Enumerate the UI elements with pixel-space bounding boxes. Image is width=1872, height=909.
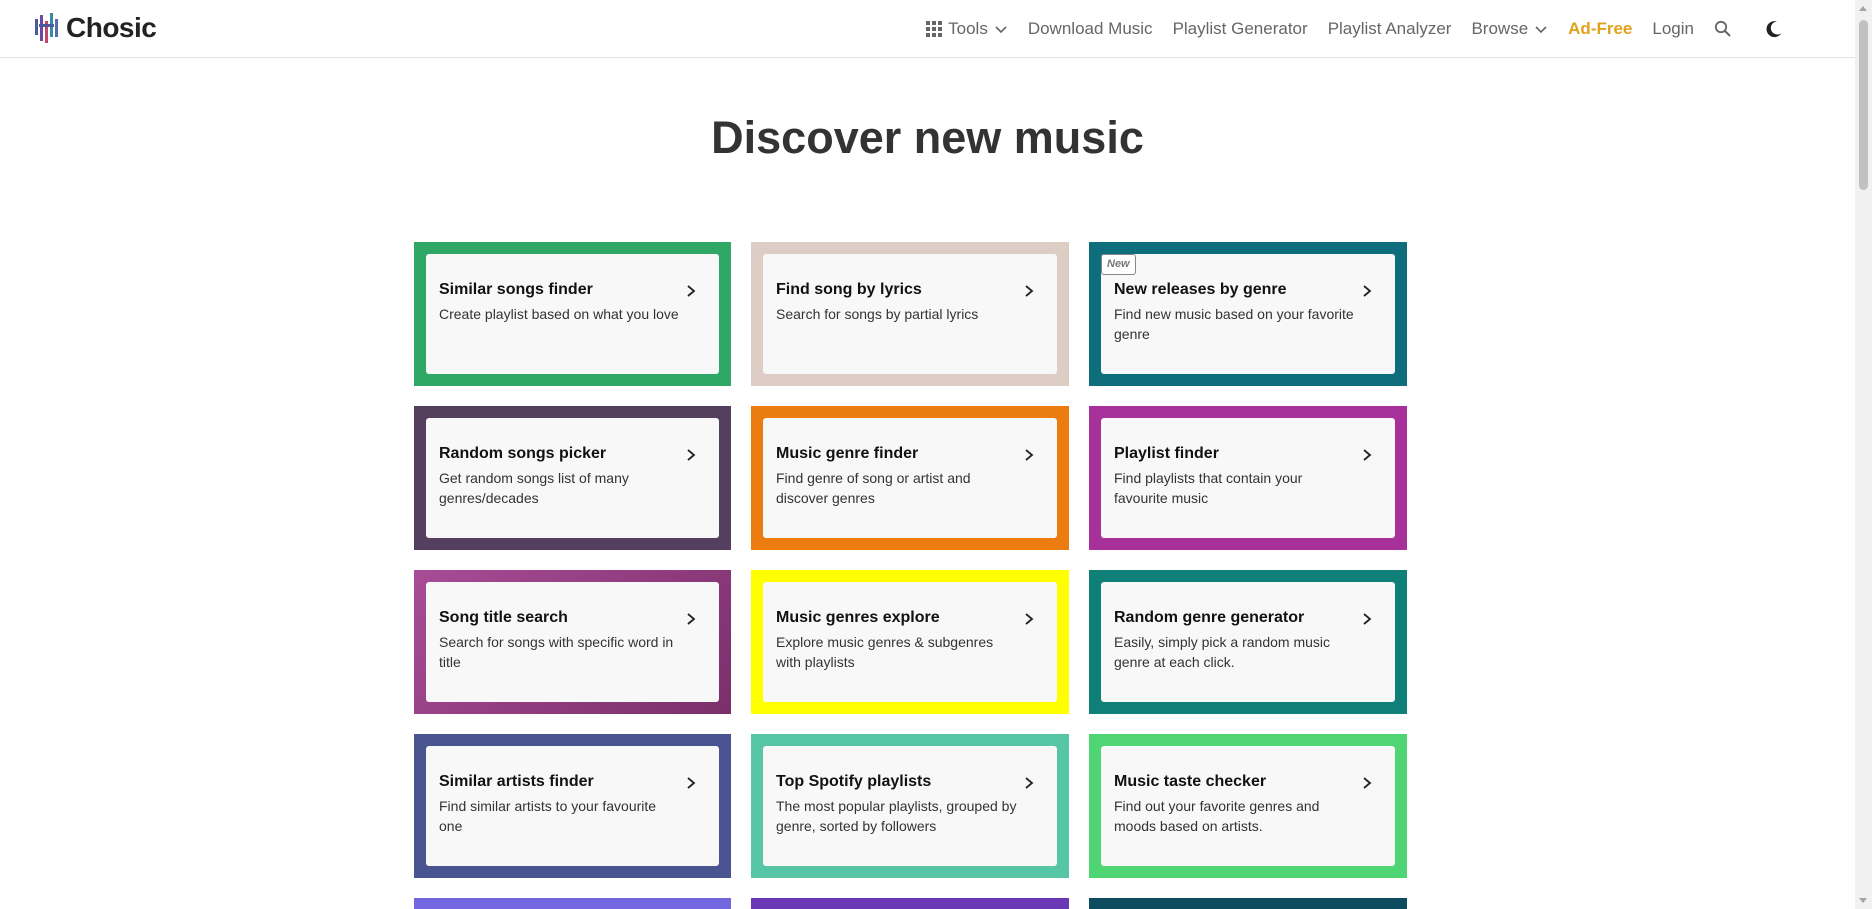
chevron-right-icon (1363, 449, 1372, 461)
grid-icon (926, 20, 943, 37)
site-header: Chosic Tools Download Music Playlist Gen… (0, 0, 1855, 58)
logo-link[interactable]: Chosic (34, 10, 157, 46)
nav-playlist-generator[interactable]: Playlist Generator (1173, 19, 1308, 39)
nav-login-label: Login (1652, 18, 1694, 38)
page-scrollbar[interactable] (1855, 0, 1872, 909)
chevron-right-icon (1363, 285, 1372, 297)
nav-ad-free[interactable]: Ad-Free (1568, 19, 1632, 39)
tool-card[interactable]: Music taste checker Find out your favori… (1089, 734, 1407, 878)
chevron-right-icon (1025, 449, 1034, 461)
tool-card-title: Playlist finder (1114, 445, 1219, 462)
tool-card-description: Find playlists that contain your favouri… (1114, 470, 1303, 506)
chevron-right-icon (1025, 285, 1034, 297)
tool-card[interactable]: Top Spotify playlists The most popular p… (751, 734, 1069, 878)
tool-card-inner: Music taste checker Find out your favori… (1101, 746, 1395, 866)
tool-card-title: Similar artists finder (439, 773, 594, 790)
tool-card-description: Easily, simply pick a random music genre… (1114, 634, 1331, 670)
tool-card-inner: Find song by lyrics Search for songs by … (763, 254, 1057, 374)
tool-card-inner: Similar songs finder Create playlist bas… (426, 254, 719, 374)
tool-card-title: Find song by lyrics (776, 281, 922, 298)
chevron-right-icon (1025, 777, 1034, 789)
tools-grid: Similar songs finder Create playlist bas… (414, 242, 1407, 878)
search-icon (1714, 20, 1731, 37)
tool-card-partial[interactable] (1089, 898, 1407, 909)
nav-playlist-analyzer[interactable]: Playlist Analyzer (1328, 19, 1452, 39)
chevron-right-icon (687, 449, 696, 461)
chevron-right-icon (687, 777, 696, 789)
nav-download-music-label: Download Music (1027, 18, 1153, 38)
tool-card-description: Find similar artists to your favourite o… (439, 798, 657, 834)
nav-playlist-analyzer-label: Playlist Analyzer (1327, 18, 1452, 38)
tool-card-inner: New New releases by genre Find new music… (1101, 254, 1395, 374)
tool-card-title: Song title search (439, 609, 568, 626)
tool-card-description: Find out your favorite genres and moods … (1114, 798, 1320, 834)
nav-browse-label: Browse (1471, 18, 1529, 38)
tool-card-inner: Top Spotify playlists The most popular p… (763, 746, 1057, 866)
tool-card-title: Top Spotify playlists (776, 773, 932, 790)
tool-card[interactable]: Similar artists finder Find similar arti… (414, 734, 731, 878)
tool-card-title: Music taste checker (1114, 773, 1267, 790)
tool-card[interactable]: Random genre generator Easily, simply pi… (1089, 570, 1407, 714)
tool-card-description: Create playlist based on what you love (439, 306, 679, 322)
tool-card[interactable]: Music genres explore Explore music genre… (751, 570, 1069, 714)
search-button[interactable] (1714, 20, 1731, 37)
tool-card[interactable]: Find song by lyrics Search for songs by … (751, 242, 1069, 386)
nav-login[interactable]: Login (1652, 19, 1694, 39)
main-nav: Tools Download Music Playlist Generator … (906, 0, 1783, 57)
page-title: Discover new music (711, 112, 1144, 163)
tool-card-description: Find genre of song or artist and discove… (776, 470, 971, 506)
tool-card-inner: Random songs picker Get random songs lis… (426, 418, 719, 538)
chosic-logo-icon (35, 13, 58, 43)
tool-card-inner: Music genre finder Find genre of song or… (763, 418, 1057, 538)
tool-card-title: Music genre finder (776, 445, 919, 462)
page: Chosic Tools Download Music Playlist Gen… (0, 0, 1855, 909)
nav-playlist-generator-label: Playlist Generator (1172, 18, 1308, 38)
tool-card-description: The most popular playlists, grouped by g… (776, 798, 1017, 834)
nav-browse[interactable]: Browse (1471, 19, 1548, 39)
tool-card-inner: Random genre generator Easily, simply pi… (1101, 582, 1395, 702)
tool-card-partial[interactable] (751, 898, 1069, 909)
tool-card[interactable]: Song title search Search for songs with … (414, 570, 731, 714)
tool-card-title: Similar songs finder (439, 281, 593, 298)
chevron-right-icon (1025, 613, 1034, 625)
tool-card-inner: Song title search Search for songs with … (426, 582, 719, 702)
tool-card[interactable]: Random songs picker Get random songs lis… (414, 406, 731, 550)
nav-tools-label: Tools (948, 18, 988, 38)
tool-card-description: Get random songs list of many genres/dec… (439, 470, 629, 506)
tool-card[interactable]: Music genre finder Find genre of song or… (751, 406, 1069, 550)
tool-card-title: Music genres explore (776, 609, 940, 626)
chevron-down-icon (995, 25, 1007, 33)
tool-card-description: Explore music genres & subgenres with pl… (776, 634, 994, 670)
tool-card-title: Random songs picker (439, 445, 607, 462)
tool-card-title: Random genre generator (1114, 609, 1305, 626)
chevron-right-icon (1363, 777, 1372, 789)
chevron-right-icon (687, 285, 696, 297)
tool-card-partial[interactable] (414, 898, 731, 909)
tool-card-title: New releases by genre (1114, 281, 1287, 298)
theme-toggle-button[interactable] (1765, 20, 1783, 38)
new-badge: New (1101, 254, 1136, 275)
nav-download-music[interactable]: Download Music (1028, 19, 1153, 39)
tool-card[interactable]: Playlist finder Find playlists that cont… (1089, 406, 1407, 550)
scroll-down-icon[interactable] (1859, 898, 1867, 903)
tool-card-inner: Similar artists finder Find similar arti… (426, 746, 719, 866)
scroll-thumb[interactable] (1859, 20, 1868, 190)
tool-card-description: Find new music based on your favorite ge… (1114, 306, 1354, 342)
chevron-right-icon (1363, 613, 1372, 625)
nav-tools[interactable]: Tools (926, 19, 1008, 39)
scroll-up-icon[interactable] (1859, 6, 1867, 11)
tool-card-inner: Music genres explore Explore music genre… (763, 582, 1057, 702)
chevron-right-icon (687, 613, 696, 625)
chevron-down-icon (1535, 25, 1547, 33)
nav-ad-free-label: Ad-Free (1568, 18, 1633, 38)
logo-text: Chosic (66, 12, 157, 43)
tool-card[interactable]: Similar songs finder Create playlist bas… (414, 242, 731, 386)
tool-card-description: Search for songs by partial lyrics (776, 306, 979, 322)
tool-card-inner: Playlist finder Find playlists that cont… (1101, 418, 1395, 538)
moon-icon (1766, 20, 1782, 37)
tool-card-description: Search for songs with specific word in t… (439, 634, 674, 670)
tool-card[interactable]: New New releases by genre Find new music… (1089, 242, 1407, 386)
